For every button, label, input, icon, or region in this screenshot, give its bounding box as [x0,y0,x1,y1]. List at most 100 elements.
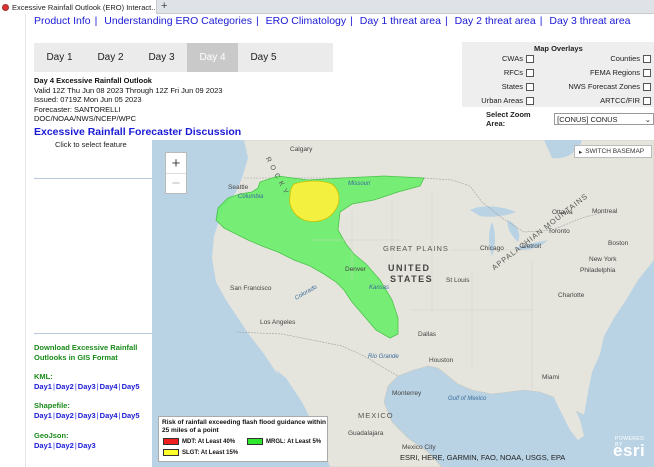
overlay-rfcs[interactable]: RFCs [504,68,534,77]
geojson-day2-link[interactable]: Day2 [56,441,74,450]
kml-day5-link[interactable]: Day5 [122,382,140,391]
discussion-link[interactable]: Excessive Rainfall Forecaster Discussion [34,126,241,138]
kml-day4-link[interactable]: Day4 [100,382,118,391]
geojson-day1-link[interactable]: Day1 [34,441,52,450]
link-separator: | [118,382,121,391]
nav-separator: | [539,15,543,27]
esri-powered-by: POWERED BY [615,436,645,448]
tab-day3[interactable]: Day 3 [136,43,187,72]
tab-day1[interactable]: Day 1 [34,43,85,72]
map-view[interactable]: + − ▸ SWITCH BASEMAP Calgary Seattle Mis… [152,140,654,467]
overlay-checkbox[interactable] [643,54,651,63]
gis-download-heading: Download Excessive Rainfall Outlooks in … [34,343,138,362]
link-separator: | [96,411,99,420]
nav-day2-threat[interactable]: Day 2 threat area [455,15,536,27]
overlay-label: CWAs [502,54,523,63]
tab-day2[interactable]: Day 2 [85,43,136,72]
overlay-checkbox[interactable] [526,82,534,91]
nav-understanding-ero[interactable]: Understanding ERO Categories [104,15,252,27]
overlay-cwas[interactable]: CWAs [502,54,534,63]
map-label-mexico: MEXICO [358,411,394,420]
map-label-boston: Boston [608,240,629,247]
map-label-st-louis: St Louis [446,277,470,284]
esri-logo: POWERED BY esri [613,436,645,461]
chevron-down-icon: ⌄ [644,114,651,124]
outlook-forecaster: Forecaster: SANTORELLI [34,104,121,114]
overlay-counties[interactable]: Counties [610,54,651,63]
tab-day4[interactable]: Day 4 [187,43,238,72]
overlay-checkbox[interactable] [526,68,534,77]
kml-day2-link[interactable]: Day2 [56,382,74,391]
overlay-nws-zones[interactable]: NWS Forecast Zones [568,82,651,91]
shapefile-day4-link[interactable]: Day4 [100,411,118,420]
outlook-title: Day 4 Excessive Rainfall Outlook [34,76,152,85]
overlay-label: States [501,82,523,91]
shapefile-day2-link[interactable]: Day2 [56,411,74,420]
overlay-checkbox[interactable] [643,96,651,105]
nav-day1-threat[interactable]: Day 1 threat area [360,15,441,27]
legend-item-mdt: MDT: At Least 40% [163,438,235,445]
legend-label: MDT: At Least 40% [182,438,236,445]
legend-swatch [247,438,263,445]
map-label-united: UNITED [388,263,431,273]
map-label-denver: Denver [345,266,366,273]
zoom-in-button[interactable]: + [166,153,186,173]
overlays-title: Map Overlays [534,44,583,53]
map-label-los-angeles: Los Angeles [260,319,296,326]
map-label-houston: Houston [429,357,454,364]
nav-ero-climatology[interactable]: ERO Climatology [266,15,347,27]
map-label-missouri: Missouri [348,181,371,187]
map-label-great-plains: GREAT PLAINS [383,244,449,253]
overlay-states[interactable]: States [502,82,534,91]
link-separator: | [96,382,99,391]
legend-item-mrgl: MRGL: At Least 5% [247,438,321,445]
link-separator: | [52,382,55,391]
overlay-label: FEMA Regions [589,68,640,77]
legend-label: SLGT: At Least 15% [182,449,239,456]
switch-basemap-button[interactable]: ▸ SWITCH BASEMAP [574,145,652,158]
zoom-out-button[interactable]: − [166,173,186,193]
new-tab-button[interactable]: + [161,0,167,13]
kml-day3-link[interactable]: Day3 [78,382,96,391]
nav-product-info[interactable]: Product Info [34,15,91,27]
outlook-info: Day 4 Excessive Rainfall Outlook Valid 1… [34,76,222,124]
zoom-area-select[interactable]: [CONUS] CONUS ⌄ [554,113,654,125]
nav-separator: | [94,15,98,27]
overlay-checkbox[interactable] [526,96,534,105]
map-label-chicago: Chicago [480,245,504,252]
overlay-fema-regions[interactable]: FEMA Regions [590,68,651,77]
browser-tab[interactable]: Excessive Rainfall Outlook (ERO) Interac… [0,0,157,14]
nav-separator: | [444,15,448,27]
top-nav: Product Info | Understanding ERO Categori… [34,15,631,27]
zoom-area-control: Select Zoom Area: [CONUS] CONUS ⌄ [486,110,654,128]
map-label-states: STATES [390,274,434,284]
overlay-label: RFCs [503,68,523,77]
risk-legend: Risk of rainfall exceeding flash flood g… [158,416,328,462]
overlay-checkbox[interactable] [643,68,651,77]
geojson-day3-link[interactable]: Day3 [78,441,96,450]
nav-separator: | [255,15,259,27]
overlay-checkbox[interactable] [526,54,534,63]
kml-group: KML: Day1|Day2|Day3|Day4|Day5 [34,372,140,392]
map-overlays-panel: Map Overlays CWAs RFCs States Urban Area… [462,42,654,107]
map-label-san-francisco: San Francisco [230,285,272,292]
shapefile-day3-link[interactable]: Day3 [78,411,96,420]
overlay-artcc-fir[interactable]: ARTCC/FIR [600,96,651,105]
map-label-seattle: Seattle [228,184,249,191]
play-icon: ▸ [579,148,583,156]
legend-swatch [163,449,179,456]
overlay-label: Counties [610,54,640,63]
map-label-toronto: Toronto [548,228,570,235]
tab-day5[interactable]: Day 5 [238,43,289,72]
map-label-miami: Miami [542,374,560,381]
overlay-checkbox[interactable] [643,82,651,91]
outlook-valid: Valid 12Z Thu Jun 08 2023 Through 12Z Fr… [34,85,223,95]
nav-day3-threat[interactable]: Day 3 threat area [549,15,630,27]
overlay-label: Urban Areas [481,96,523,105]
shapefile-day1-link[interactable]: Day1 [34,411,52,420]
browser-tab-title: Excessive Rainfall Outlook (ERO) Interac… [12,2,157,12]
overlay-urban-areas[interactable]: Urban Areas [481,96,534,105]
kml-day1-link[interactable]: Day1 [34,382,52,391]
shapefile-day5-link[interactable]: Day5 [122,411,140,420]
map-label-philadelphia: Philadelphia [580,267,616,274]
